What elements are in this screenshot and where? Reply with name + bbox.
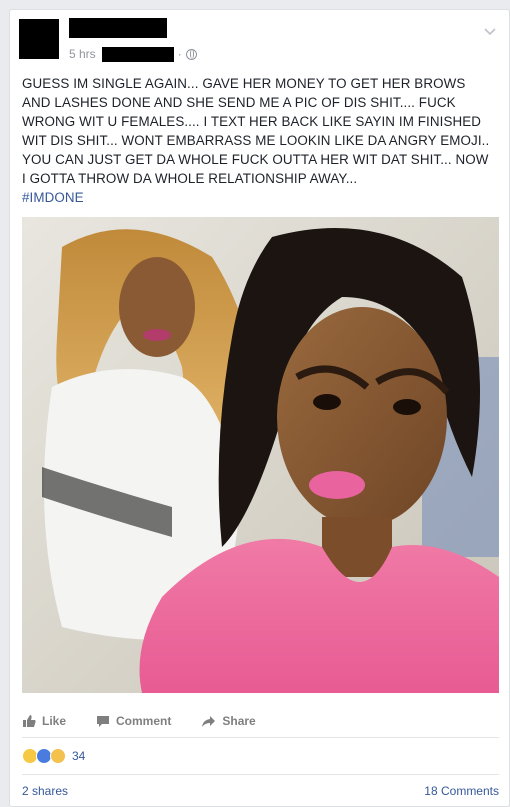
thumbs-up-icon: [23, 715, 36, 727]
divider: [22, 774, 499, 775]
comments-link[interactable]: 18 Comments: [424, 784, 499, 798]
reactions-count: 34: [72, 749, 86, 763]
post-footer: 2 shares 18 Comments: [22, 784, 499, 800]
like-label: Like: [42, 714, 67, 728]
globe-icon[interactable]: [185, 48, 197, 60]
chevron-down-icon[interactable]: [483, 24, 497, 38]
divider: [22, 737, 499, 738]
post-card: 5 hrs · GUESS IM SINGLE AGAIN... GAVE HE…: [9, 9, 510, 807]
photo-illustration: [22, 217, 499, 693]
redacted-location: [101, 46, 174, 62]
comment-icon: [97, 715, 110, 727]
sad-icon: [50, 748, 66, 764]
like-button[interactable]: Like: [22, 714, 66, 728]
meta-separator: ·: [177, 47, 182, 61]
hashtag-link[interactable]: #IMDONE: [22, 188, 492, 207]
post-timestamp[interactable]: 5 hrs: [69, 47, 96, 61]
post-text: GUESS IM SINGLE AGAIN... GAVE HER MONEY …: [22, 76, 490, 186]
post-photo[interactable]: [22, 217, 499, 693]
post-meta: 5 hrs ·: [69, 46, 197, 62]
action-bar: Like Comment Share: [22, 707, 499, 735]
redacted-profile-picture: [19, 19, 59, 59]
post-body: GUESS IM SINGLE AGAIN... GAVE HER MONEY …: [22, 74, 492, 207]
comment-button[interactable]: Comment: [96, 714, 171, 728]
share-button[interactable]: Share: [201, 714, 256, 728]
reactions-summary[interactable]: 34: [22, 747, 85, 765]
comment-label: Comment: [116, 714, 172, 728]
shares-link[interactable]: 2 shares: [22, 784, 68, 798]
redacted-author-name: [69, 18, 167, 38]
share-icon: [202, 715, 216, 727]
share-label: Share: [222, 714, 256, 728]
